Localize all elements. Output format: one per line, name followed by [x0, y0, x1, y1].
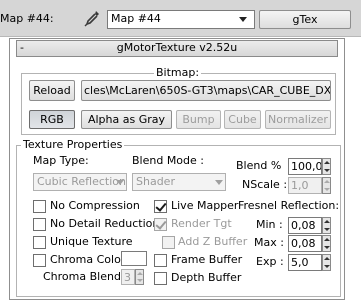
normalizer-button[interactable]: Normalizer [265, 110, 331, 129]
map-type-label: Map Type: [33, 154, 89, 167]
map-name-dropdown[interactable]: Map #44 [107, 10, 255, 29]
reload-button[interactable]: Reload [29, 80, 75, 101]
bump-button[interactable]: Bump [176, 110, 221, 129]
fresnel-label: Fresnel Reflection: [238, 199, 340, 212]
alpha-as-gray-button[interactable]: Alpha as Gray [81, 110, 172, 129]
live-mapper-checkbox[interactable] [154, 200, 167, 213]
no-compression-checkbox[interactable] [33, 200, 46, 213]
bitmap-path-button[interactable]: cles\McLaren\650S-GT3\maps\CAR_CUBE_DX9.… [81, 80, 331, 101]
nscale-label: NScale : [242, 178, 288, 191]
unique-texture-checkbox[interactable] [33, 236, 46, 249]
render-tgt-label: Render Tgt [171, 217, 232, 230]
min-spinner[interactable] [322, 217, 331, 234]
rollout-title-bar[interactable]: - gMotorTexture v2.52u [16, 40, 338, 57]
max-label: Max : [254, 236, 284, 249]
map-type-select[interactable]: Cubic Reflection [33, 173, 127, 191]
exp-label: Exp : [256, 255, 284, 268]
render-tgt-checkbox[interactable] [154, 218, 167, 231]
map-name-value: Map #44 [111, 12, 161, 25]
max-input[interactable]: 0,08 [288, 235, 322, 252]
frame-buffer-label: Frame Buffer [171, 253, 243, 266]
no-detail-reduction-label: No Detail Reduction [50, 217, 160, 230]
texture-properties-title: Texture Properties [21, 138, 125, 152]
add-z-buffer-checkbox[interactable] [162, 236, 175, 249]
nscale-spinner[interactable] [322, 177, 331, 194]
map-type-button[interactable]: gTex [259, 10, 351, 29]
nscale-input[interactable]: 1,0 [288, 177, 322, 194]
blend-mode-label: Blend Mode : [132, 154, 204, 167]
rollout-title: gMotorTexture v2.52u [116, 41, 238, 54]
chroma-color-checkbox[interactable] [33, 254, 46, 267]
blend-pct-input[interactable]: 100,0 [288, 158, 322, 175]
blend-pct-spinner[interactable] [322, 158, 331, 175]
max-spinner[interactable] [322, 235, 331, 252]
no-detail-reduction-checkbox[interactable] [33, 218, 46, 231]
depth-buffer-checkbox[interactable] [154, 272, 167, 285]
chevron-down-icon [212, 174, 225, 190]
eyedropper-button[interactable] [82, 9, 102, 28]
blend-pct-label: Blend % [236, 159, 282, 172]
min-label: Min : [256, 218, 283, 231]
rgb-button[interactable]: RGB [29, 110, 75, 129]
depth-buffer-label: Depth Buffer [171, 271, 242, 284]
eyedropper-icon [84, 11, 99, 27]
chevron-down-icon [113, 174, 126, 190]
chroma-color-label: Chroma Color: [50, 253, 129, 266]
chroma-blend-input[interactable]: 3 [121, 269, 135, 285]
live-mapper-label: Live Mapper [171, 199, 239, 212]
chroma-color-swatch[interactable] [121, 251, 147, 266]
exp-spinner[interactable] [322, 254, 331, 271]
chroma-blend-spinner[interactable] [135, 269, 144, 285]
blend-mode-select[interactable]: Shader [132, 173, 226, 191]
blend-mode-value: Shader [136, 175, 175, 188]
unique-texture-label: Unique Texture [50, 235, 133, 248]
frame-buffer-checkbox[interactable] [154, 254, 167, 267]
min-input[interactable]: 0,08 [288, 217, 322, 234]
no-compression-label: No Compression [50, 199, 140, 212]
exp-input[interactable]: 5,0 [288, 254, 322, 271]
add-z-buffer-label: Add Z Buffer [178, 235, 248, 248]
map-label: Map #44: [0, 12, 54, 25]
bitmap-group-label: Bitmap: [154, 66, 202, 80]
chroma-blend-label: Chroma Blend: [43, 270, 125, 283]
chevron-down-icon [239, 17, 247, 22]
cube-button[interactable]: Cube [224, 110, 261, 129]
